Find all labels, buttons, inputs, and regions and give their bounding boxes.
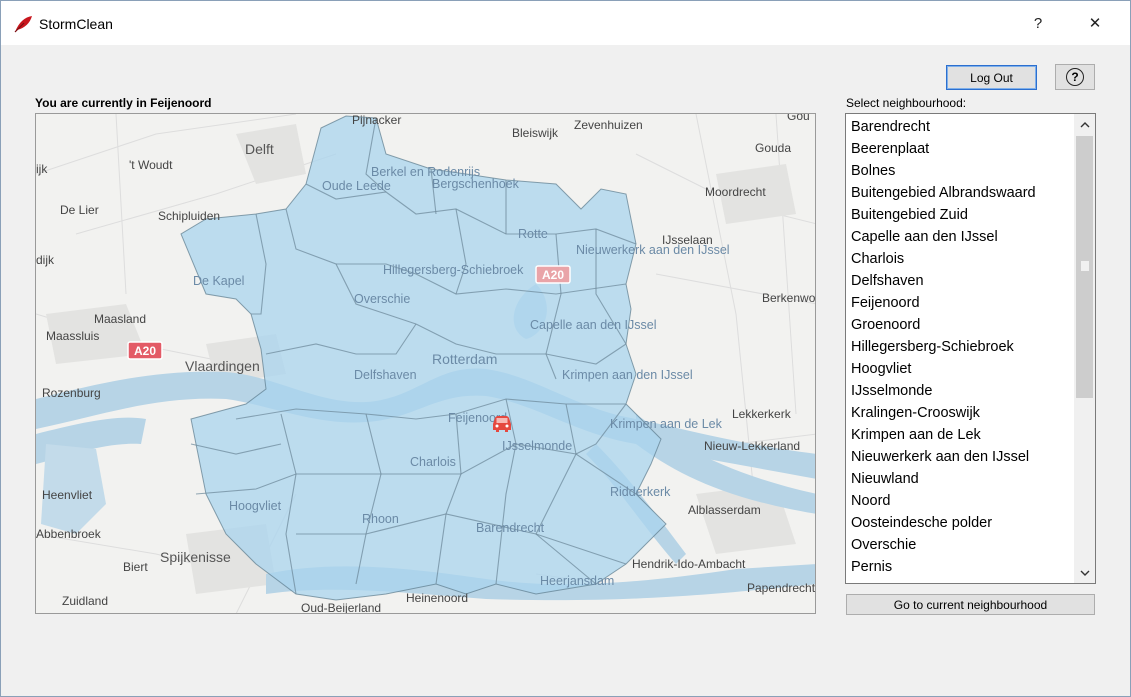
neighbourhood-label: Delfshaven [354,368,417,382]
goto-current-neighbourhood-button[interactable]: Go to current neighbourhood [846,594,1095,615]
neighbourhood-label: IJsselmonde [502,439,572,453]
neighbourhood-label: Krimpen aan den IJssel [562,368,693,382]
neighbourhood-label: Overschie [354,292,410,306]
neighbourhood-list-item[interactable]: Groenoord [846,314,1074,336]
road-shield: A20 [127,341,163,360]
neighbourhood-list-item[interactable]: Capelle aan den IJssel [846,226,1074,248]
neighbourhood-list-item[interactable]: Barendrecht [846,116,1074,138]
neighbourhood-label: Barendrecht [476,521,545,535]
neighbourhood-list-item[interactable]: Hoogvliet [846,358,1074,380]
neighbourhood-list-item[interactable]: IJsselmonde [846,380,1074,402]
place-label: Abbenbroek [36,527,102,541]
neighbourhood-label: Rotterdam [432,351,497,367]
list-scrollbar[interactable] [1074,114,1095,583]
neighbourhood-label: Nieuwerkerk aan den IJssel [576,243,730,257]
neighbourhood-list-item[interactable]: Delfshaven [846,270,1074,292]
neighbourhood-label: De Kapel [193,274,244,288]
place-label: Spijkenisse [160,549,231,565]
place-label: ijk [36,162,48,176]
neighbourhood-list-item[interactable]: Feijenoord [846,292,1074,314]
place-label: Zevenhuizen [574,118,643,132]
neighbourhood-list: Barendrecht Beerenplaat Bolnes Buitengebied… [846,116,1074,578]
neighbourhood-list-item[interactable]: Beerenplaat [846,138,1074,160]
neighbourhood-label: Hillegersberg-Schiebroek [383,263,524,277]
place-label: Berkenwo [762,291,816,305]
scroll-up-arrow-icon[interactable] [1074,114,1095,135]
place-label: 't Woudt [129,158,173,172]
neighbourhood-list-label: Select neighbourhood: [846,96,967,110]
app-logo-icon [14,16,32,33]
place-label: Zuidland [62,594,108,608]
neighbourhood-label: Charlois [410,455,456,469]
neighbourhood-listbox[interactable]: Barendrecht Beerenplaat Bolnes Buitengebied… [845,113,1096,584]
map-view[interactable]: A20 A20 Pijnacker Bleiswijk Zevenhuizen … [35,113,816,614]
place-label: Pijnacker [352,114,401,127]
neighbourhood-label: Rotte [518,227,548,241]
neighbourhood-label: Hoogvliet [229,499,282,513]
current-location-label: You are currently in Feijenoord [35,96,212,110]
neighbourhood-label: Krimpen aan de Lek [610,417,723,431]
place-label: Delft [245,141,274,157]
neighbourhood-list-item[interactable]: Overschie [846,534,1074,556]
neighbourhood-list-item[interactable]: Nieuwland [846,468,1074,490]
neighbourhood-list-item[interactable]: Buitengebied Albrandswaard [846,182,1074,204]
neighbourhood-list-item[interactable]: Charlois [846,248,1074,270]
neighbourhood-label: Bergschenhoek [432,177,520,191]
place-label: Lekkerkerk [732,407,792,421]
neighbourhood-list-item[interactable]: Nieuwerkerk aan den IJssel [846,446,1074,468]
scroll-grip-icon [1081,261,1089,271]
map-canvas: A20 A20 Pijnacker Bleiswijk Zevenhuizen … [36,114,816,614]
close-button[interactable]: ✕ [1067,1,1123,45]
window-title: StormClean [39,16,113,32]
app-window: StormClean ? ✕ Log Out ? You are current… [0,0,1131,697]
place-label: Nieuw-Lekkerland [704,439,800,453]
svg-text:A20: A20 [134,344,156,358]
place-label: Heinenoord [406,591,468,605]
svg-text:A20: A20 [542,268,564,282]
neighbourhood-list-item[interactable]: Buitengebied Zuid [846,204,1074,226]
question-icon: ? [1066,68,1084,86]
place-label: Gou [787,114,810,123]
place-label: Moordrecht [705,185,766,199]
neighbourhood-list-item[interactable]: Krimpen aan de Lek [846,424,1074,446]
neighbourhood-label: Ridderkerk [610,485,671,499]
scroll-down-arrow-icon[interactable] [1074,562,1095,583]
place-label: Schipluiden [158,209,220,223]
place-label: Gouda [755,141,791,155]
help-button[interactable]: ? [1055,64,1095,90]
neighbourhood-list-item[interactable]: Bolnes [846,160,1074,182]
place-label: Oud-Beijerland [301,601,381,614]
road-shield: A20 [535,265,571,284]
place-label: Maasland [94,312,146,326]
place-label: Heenvliet [42,488,93,502]
place-label: Alblasserdam [688,503,761,517]
place-label: Maassluis [46,329,99,343]
logout-button[interactable]: Log Out [946,65,1037,90]
place-label: De Lier [60,203,99,217]
neighbourhood-label: Capelle aan den IJssel [530,318,656,332]
title-help-button[interactable]: ? [1010,1,1066,45]
neighbourhood-list-item[interactable]: Kralingen-Crooswijk [846,402,1074,424]
place-label: Papendrecht [747,581,816,595]
place-label: Vlaardingen [185,358,260,374]
title-bar: StormClean ? ✕ [1,1,1130,45]
place-label: Bleiswijk [512,126,559,140]
scroll-thumb[interactable] [1076,136,1093,398]
neighbourhood-list-item[interactable]: Hillegersberg-Schiebroek [846,336,1074,358]
place-label: Rozenburg [42,386,101,400]
neighbourhood-label: Oude Leede [322,179,391,193]
neighbourhood-list-item[interactable]: Noord [846,490,1074,512]
car-icon [493,416,511,432]
neighbourhood-list-item[interactable]: Pernis [846,556,1074,578]
place-label: Hendrik-Ido-Ambacht [632,557,746,571]
neighbourhood-label: Rhoon [362,512,399,526]
neighbourhood-label: Heerjansdam [540,574,614,588]
place-label: Biert [123,560,148,574]
neighbourhood-list-item[interactable]: Oosteindesche polder [846,512,1074,534]
place-label: dijk [36,253,55,267]
